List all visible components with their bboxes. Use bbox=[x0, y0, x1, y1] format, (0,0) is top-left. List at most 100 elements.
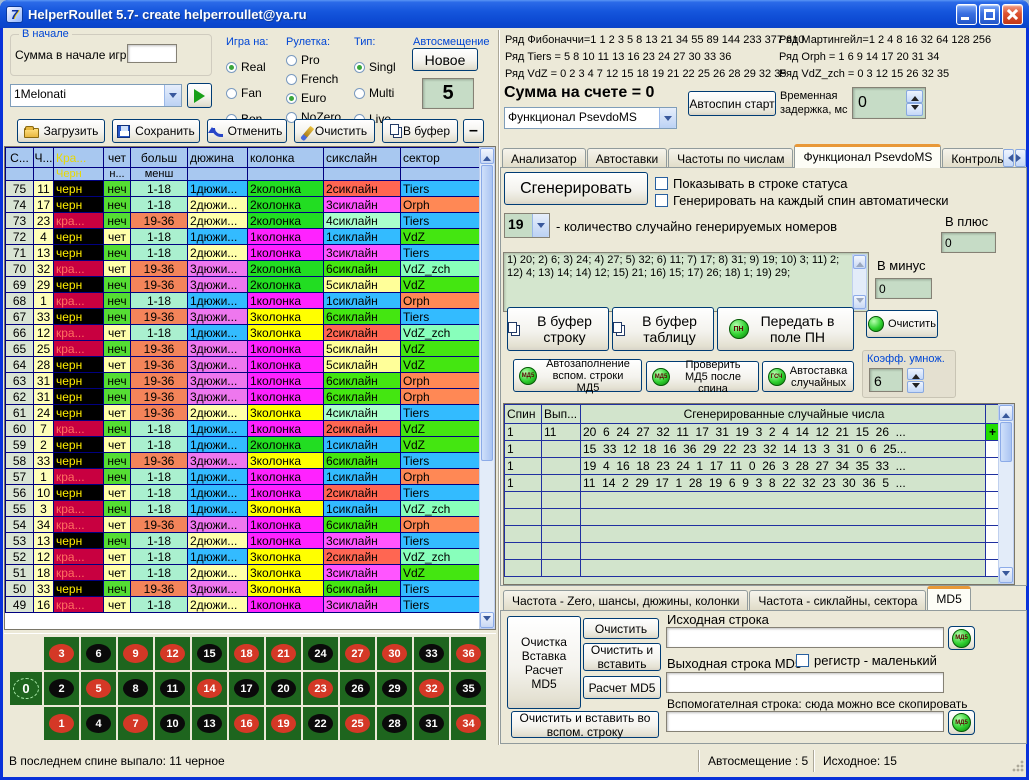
board-number-29[interactable]: 29 bbox=[377, 672, 412, 705]
board-number-16[interactable]: 16 bbox=[229, 707, 264, 740]
board-number-35[interactable]: 35 bbox=[451, 672, 486, 705]
spins-row[interactable] bbox=[505, 492, 1000, 509]
tab-Контроль банкрол[interactable]: Контроль банкрол bbox=[942, 148, 1003, 168]
checkbox-icon[interactable] bbox=[655, 177, 668, 190]
scroll-down-icon[interactable] bbox=[853, 295, 866, 309]
tab-Частота - сиклайны, сектора[interactable]: Частота - сиклайны, сектора bbox=[749, 590, 926, 610]
radio-circle-icon[interactable] bbox=[354, 88, 365, 99]
spins-row[interactable]: 111 14 2 29 17 1 28 19 6 9 3 8 22 32 23 … bbox=[505, 475, 1000, 492]
history-row[interactable]: 681кра...неч1-181дюжи...1колонка1сиклайн… bbox=[6, 293, 480, 309]
tab-MD5[interactable]: MD5 bbox=[927, 586, 970, 610]
history-scroll-thumb[interactable] bbox=[481, 165, 493, 461]
history-row[interactable]: 5610чернчет1-181дюжи...1колонка2сиклайнT… bbox=[6, 485, 480, 501]
tab-Анализатор[interactable]: Анализатор bbox=[502, 148, 586, 168]
board-number-15[interactable]: 15 bbox=[192, 637, 227, 670]
radio-circle-icon[interactable] bbox=[354, 62, 365, 73]
radio-circle-icon[interactable] bbox=[286, 55, 297, 66]
to-buffer-button[interactable]: В буфер bbox=[382, 119, 458, 143]
md5-clear-paste-aux-button[interactable]: Очистить и вставить во вспом. строку bbox=[511, 711, 659, 738]
clear-button[interactable]: Очистить bbox=[294, 119, 375, 143]
spins-row[interactable] bbox=[505, 543, 1000, 560]
board-number-1[interactable]: 1 bbox=[44, 707, 79, 740]
board-number-33[interactable]: 33 bbox=[414, 637, 449, 670]
tab-Частоты по числам[interactable]: Частоты по числам bbox=[668, 148, 793, 168]
check-md5-button[interactable]: МД5 Проверить МД5 после спина bbox=[646, 361, 759, 392]
autoshift-new-button[interactable]: Новое bbox=[412, 48, 478, 71]
play-button[interactable] bbox=[187, 83, 212, 108]
spins-row[interactable] bbox=[505, 509, 1000, 526]
spins-row[interactable]: 11120 6 24 27 32 11 17 31 19 3 2 4 14 12… bbox=[505, 424, 1000, 441]
count-combo-arrow[interactable] bbox=[532, 214, 549, 237]
board-number-22[interactable]: 22 bbox=[303, 707, 338, 740]
checkbox-generate-each-spin[interactable]: Генерировать на каждый спин автоматическ… bbox=[655, 193, 949, 208]
scroll-up-icon[interactable] bbox=[999, 405, 1013, 421]
spins-scroll-thumb[interactable] bbox=[1000, 422, 1012, 462]
board-number-27[interactable]: 27 bbox=[340, 637, 375, 670]
radio-French[interactable]: French bbox=[286, 72, 352, 86]
resize-grip[interactable] bbox=[1012, 760, 1024, 772]
delay-down-button[interactable] bbox=[906, 103, 923, 116]
clear-generated-button[interactable]: Очистить bbox=[866, 310, 938, 338]
board-number-14[interactable]: 14 bbox=[192, 672, 227, 705]
history-row[interactable]: 7113черннеч1-182дюжи...1колонка3сиклайнT… bbox=[6, 245, 480, 261]
board-number-31[interactable]: 31 bbox=[414, 707, 449, 740]
scroll-up-icon[interactable] bbox=[480, 148, 494, 164]
collapse-button[interactable]: – bbox=[463, 119, 484, 143]
board-number-4[interactable]: 4 bbox=[81, 707, 116, 740]
preset-combo[interactable]: 1Melonati bbox=[10, 84, 182, 107]
save-button[interactable]: Сохранить bbox=[112, 119, 200, 143]
board-number-26[interactable]: 26 bbox=[340, 672, 375, 705]
spins-scrollbar[interactable] bbox=[998, 404, 1014, 584]
tabs-scroll-right-button[interactable] bbox=[1015, 149, 1026, 167]
spins-row[interactable] bbox=[505, 526, 1000, 543]
tab-Частота - Zero, шансы, дюжины, колонки[interactable]: Частота - Zero, шансы, дюжины, колонки bbox=[503, 590, 748, 610]
board-number-21[interactable]: 21 bbox=[266, 637, 301, 670]
history-row[interactable]: 5118кра...чет1-182дюжи...3колонка3сиклай… bbox=[6, 565, 480, 581]
start-sum-input[interactable] bbox=[127, 44, 177, 63]
history-scrollbar[interactable] bbox=[479, 147, 495, 629]
history-row[interactable]: 553кра...неч1-181дюжи...3колонка1сиклайн… bbox=[6, 501, 480, 517]
history-row[interactable]: 5212кра...чет1-181дюжи...3колонка2сиклай… bbox=[6, 549, 480, 565]
md5-aux-input[interactable] bbox=[666, 711, 944, 732]
history-row[interactable]: 5313черннеч1-182дюжи...1колонка3сиклайнT… bbox=[6, 533, 480, 549]
radio-Fan[interactable]: Fan bbox=[226, 86, 288, 100]
board-number-18[interactable]: 18 bbox=[229, 637, 264, 670]
generate-button[interactable]: Сгенерировать bbox=[504, 172, 648, 205]
board-number-2[interactable]: 2 bbox=[44, 672, 79, 705]
checkbox-icon[interactable] bbox=[655, 194, 668, 207]
history-row[interactable]: 7417черннеч1-182дюжи...2колонка3сиклайнO… bbox=[6, 197, 480, 213]
mode-combo[interactable]: Функционал PsevdoMS bbox=[504, 107, 677, 129]
history-row[interactable]: 6231черннеч19-363дюжи...1колонка6сиклайн… bbox=[6, 389, 480, 405]
spins-row[interactable] bbox=[505, 560, 1000, 577]
radio-Multi[interactable]: Multi bbox=[354, 86, 408, 100]
autospin-button[interactable]: Автоспин старт bbox=[688, 91, 776, 116]
coeff-down-button[interactable] bbox=[907, 381, 924, 393]
spins-row[interactable]: 115 33 12 18 16 36 29 22 23 32 14 13 3 3… bbox=[505, 441, 1000, 458]
history-row[interactable]: 607кра...неч1-181дюжи...1колонка2сиклайн… bbox=[6, 421, 480, 437]
radio-Singl[interactable]: Singl bbox=[354, 60, 408, 74]
board-number-24[interactable]: 24 bbox=[303, 637, 338, 670]
delay-up-button[interactable] bbox=[906, 90, 923, 103]
count-combo[interactable]: 19 bbox=[504, 213, 550, 238]
delay-spinner[interactable]: 0 bbox=[852, 87, 926, 119]
generated-numbers-list[interactable]: 1) 20; 2) 6; 3) 24; 4) 27; 5) 32; 6) 11;… bbox=[503, 252, 869, 312]
board-number-25[interactable]: 25 bbox=[340, 707, 375, 740]
scroll-down-icon[interactable] bbox=[480, 612, 494, 628]
checkbox-show-status[interactable]: Показывать в строке статуса bbox=[655, 176, 848, 191]
md5-big-button[interactable]: Очистка Вставка Расчет MD5 bbox=[507, 616, 581, 709]
history-row[interactable]: 5434кра...чет19-363дюжи...1колонка6сикла… bbox=[6, 517, 480, 533]
history-row[interactable]: 592чернчет1-181дюжи...2колонка1сиклайнVd… bbox=[6, 437, 480, 453]
radio-Real[interactable]: Real bbox=[226, 60, 288, 74]
load-button[interactable]: Загрузить bbox=[17, 119, 105, 143]
board-number-10[interactable]: 10 bbox=[155, 707, 190, 740]
board-number-12[interactable]: 12 bbox=[155, 637, 190, 670]
board-number-19[interactable]: 19 bbox=[266, 707, 301, 740]
history-row[interactable]: 571кра...неч1-181дюжи...1колонка1сиклайн… bbox=[6, 469, 480, 485]
md5-source-input[interactable] bbox=[666, 627, 944, 648]
preset-combo-arrow[interactable] bbox=[164, 85, 181, 106]
board-number-17[interactable]: 17 bbox=[229, 672, 264, 705]
buffer-table-button[interactable]: В буфер таблицу bbox=[612, 307, 714, 351]
md5-out-input[interactable] bbox=[666, 672, 944, 693]
mode-combo-arrow[interactable] bbox=[659, 108, 676, 128]
tab-Функционал PsevdoMS[interactable]: Функционал PsevdoMS bbox=[794, 144, 941, 168]
